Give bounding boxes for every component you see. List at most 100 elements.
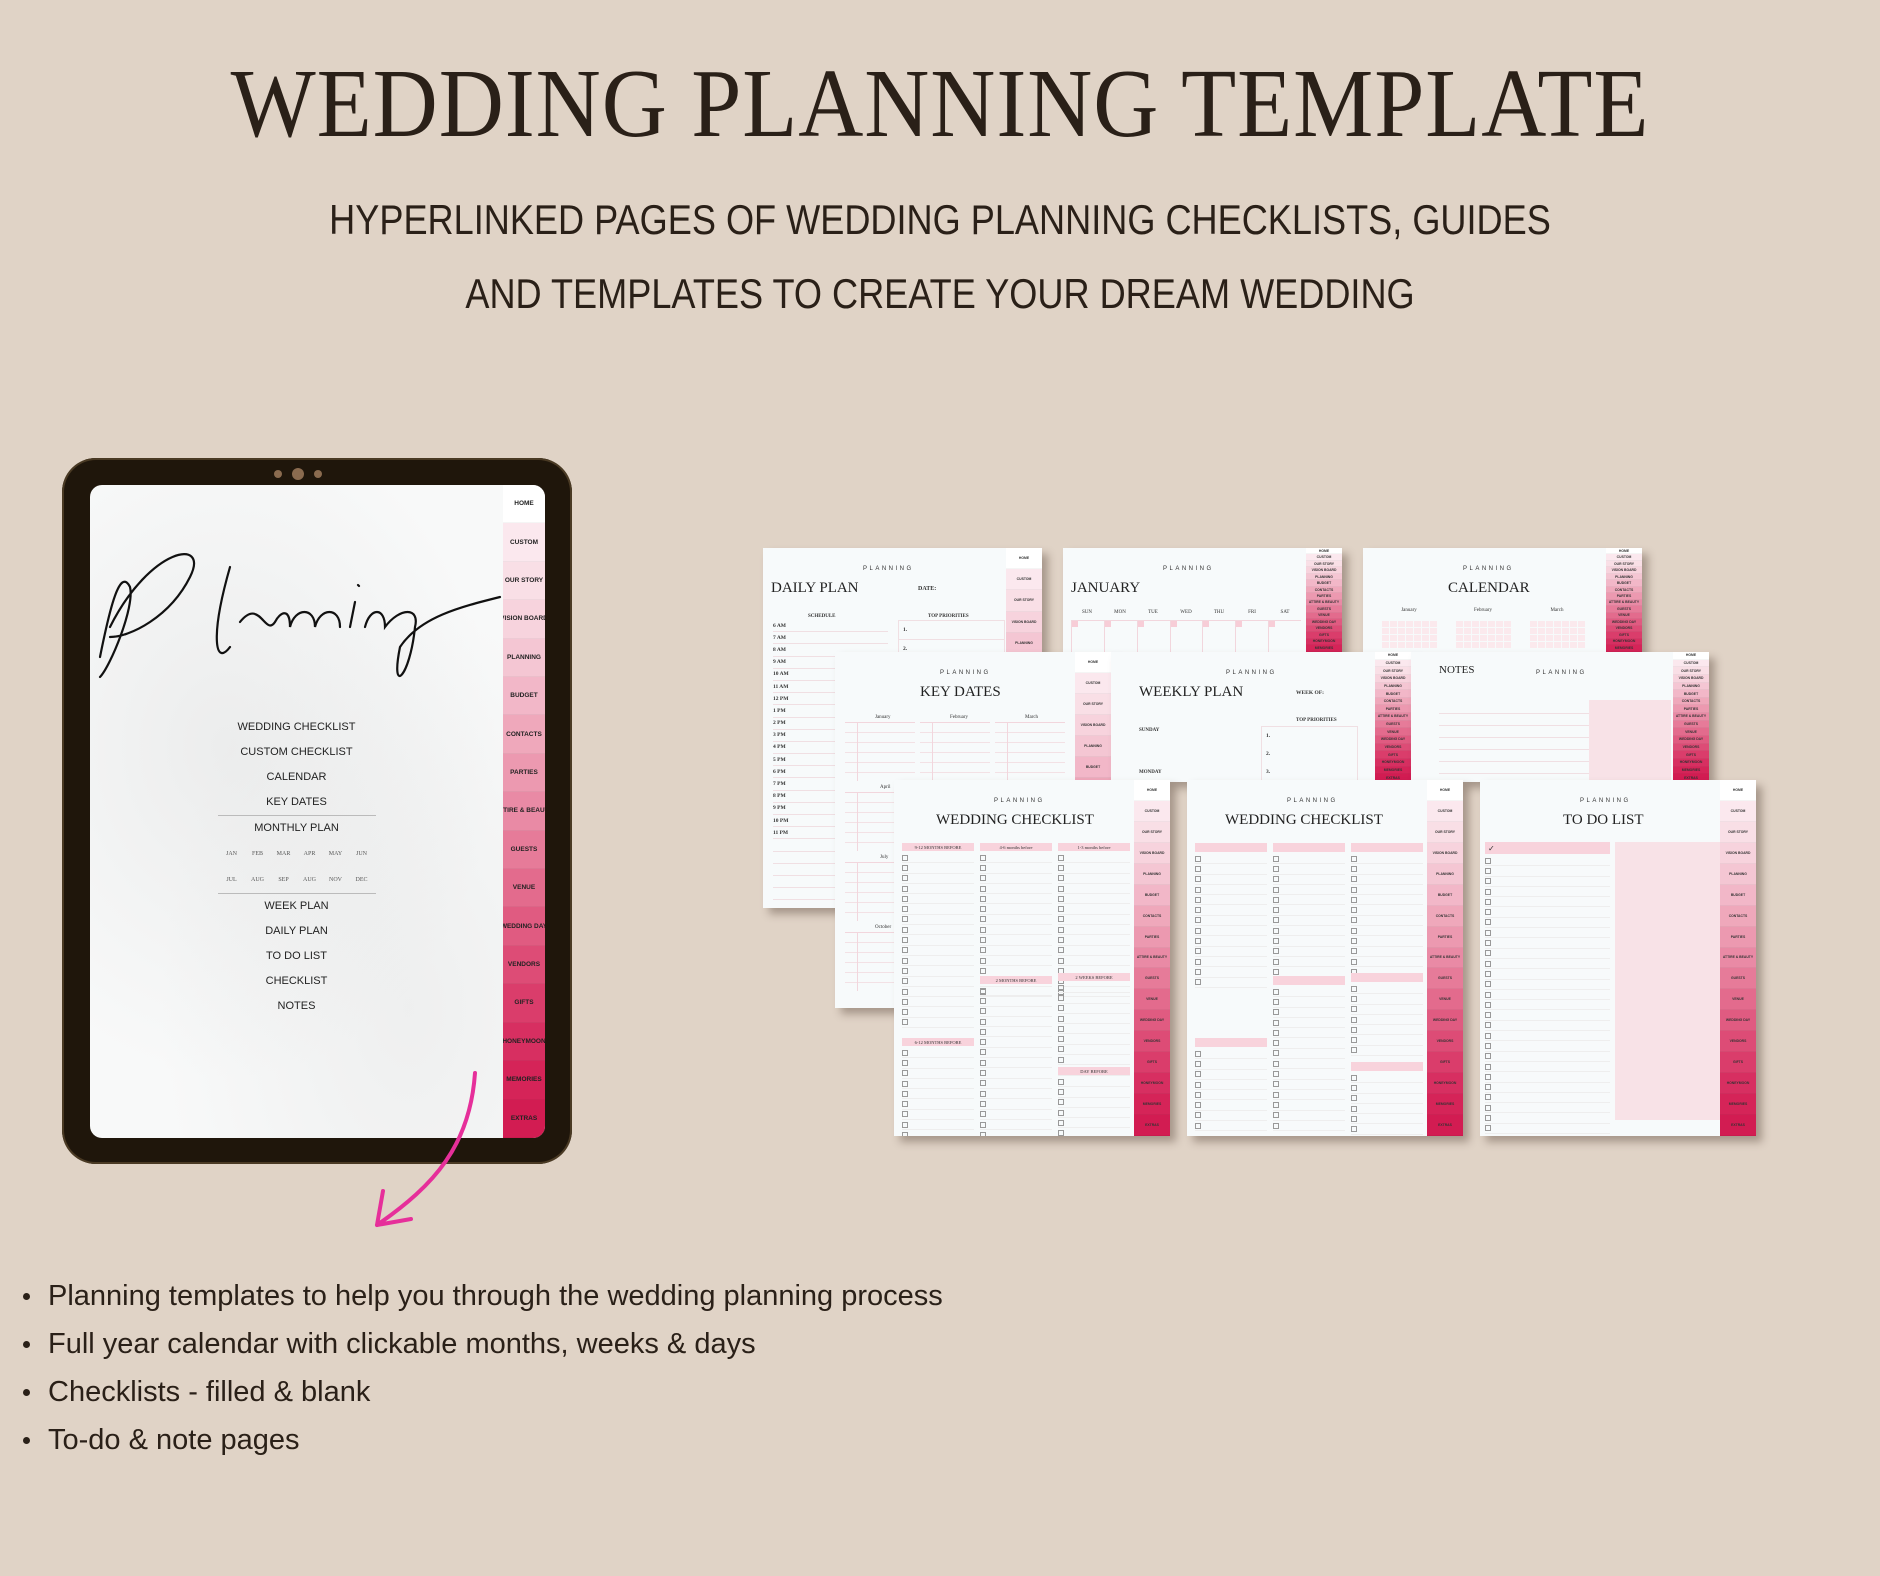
mini-day-cell[interactable] — [1561, 621, 1569, 627]
checkbox-row[interactable] — [1273, 947, 1345, 957]
checkbox-row[interactable] — [1058, 983, 1130, 994]
mini-day-cell[interactable] — [1537, 621, 1545, 627]
side-tab-planning[interactable]: PLANNING — [1134, 863, 1170, 885]
mini-day-cell[interactable] — [1429, 642, 1437, 648]
checkbox-row[interactable] — [1058, 915, 1130, 926]
checkbox-row[interactable] — [902, 935, 974, 946]
side-tab-home[interactable]: HOME — [1375, 652, 1411, 660]
side-tab-custom[interactable]: CUSTOM — [1075, 672, 1111, 694]
checkbox-row[interactable] — [902, 1018, 974, 1029]
checkbox-row[interactable] — [1195, 1059, 1267, 1070]
checkbox-row[interactable] — [1351, 854, 1423, 865]
checkbox-row[interactable] — [1485, 1021, 1610, 1032]
checkbox-row[interactable] — [1485, 1052, 1610, 1062]
checkbox-row[interactable] — [1058, 1014, 1130, 1025]
mini-day-cell[interactable] — [1421, 642, 1429, 648]
side-tab-planning[interactable]: PLANNING — [1006, 632, 1042, 654]
mini-day-cell[interactable] — [1413, 635, 1421, 641]
side-tab-honeymoon[interactable]: HONEYMOON — [1134, 1073, 1170, 1095]
side-tab-vendors[interactable]: VENDORS — [1427, 1031, 1463, 1053]
mini-day-cell[interactable] — [1455, 621, 1463, 627]
checkbox-row[interactable] — [902, 946, 974, 956]
side-tab-memories[interactable]: MEMORIES — [1673, 766, 1709, 775]
side-tab-our-story[interactable]: OUR STORY — [1720, 821, 1756, 843]
side-tab-home[interactable]: HOME — [1720, 780, 1756, 801]
side-tab-budget[interactable]: BUDGET — [1375, 690, 1411, 698]
mini-day-cell[interactable] — [1569, 628, 1577, 634]
side-tab-memories[interactable]: MEMORIES — [1375, 766, 1411, 775]
checkbox-row[interactable] — [1195, 854, 1267, 865]
mini-day-cell[interactable] — [1463, 628, 1471, 634]
checkbox-row[interactable] — [902, 977, 974, 987]
checkbox-row[interactable] — [1485, 980, 1610, 990]
tab-venue[interactable]: VENUE — [503, 869, 545, 908]
checkbox-row[interactable] — [1195, 1121, 1267, 1132]
mini-day-cell[interactable] — [1569, 635, 1577, 641]
checkbox-row[interactable] — [1351, 1104, 1423, 1115]
checkbox-row[interactable] — [1351, 1094, 1423, 1104]
checkbox-row[interactable] — [1485, 887, 1610, 898]
tab-custom[interactable]: CUSTOM — [503, 523, 545, 562]
checkbox-row[interactable] — [980, 1089, 1052, 1100]
mini-day-cell[interactable] — [1429, 628, 1437, 634]
checkbox-row[interactable] — [1351, 1046, 1423, 1057]
mini-day-cell[interactable] — [1545, 642, 1553, 648]
checkbox-row[interactable] — [980, 1079, 1052, 1089]
checkbox-row[interactable] — [1273, 1080, 1345, 1090]
side-tab-vision-board[interactable]: VISION BOARD — [1720, 842, 1756, 864]
mini-day-cell[interactable] — [1503, 621, 1511, 627]
checkbox-row[interactable] — [1351, 1035, 1423, 1046]
mini-day-cell[interactable] — [1397, 621, 1405, 627]
month-link[interactable]: AUG — [297, 867, 323, 893]
checkbox-row[interactable] — [1273, 957, 1345, 968]
checkbox-row[interactable] — [1351, 885, 1423, 896]
checkbox-row[interactable] — [1058, 853, 1130, 864]
checkbox-row[interactable] — [1273, 926, 1345, 937]
checkbox-row[interactable] — [1195, 885, 1267, 896]
checkbox-row[interactable] — [1273, 1059, 1345, 1070]
checkbox-row[interactable] — [980, 1007, 1052, 1017]
checkbox-row[interactable] — [1058, 946, 1130, 956]
side-tab-home[interactable]: HOME — [1075, 652, 1111, 673]
side-tab-budget[interactable]: BUDGET — [1427, 884, 1463, 906]
tab-planning[interactable]: PLANNING — [503, 638, 545, 678]
checkbox-row[interactable] — [1273, 936, 1345, 947]
tab-guests[interactable]: GUESTS — [503, 830, 545, 870]
mini-day-cell[interactable] — [1529, 628, 1537, 634]
checkbox-row[interactable] — [1351, 936, 1423, 947]
checkbox-row[interactable] — [980, 935, 1052, 946]
month-link[interactable]: MAY — [323, 841, 349, 867]
checkbox-row[interactable] — [980, 1048, 1052, 1059]
side-tab-planning[interactable]: PLANNING — [1720, 863, 1756, 885]
checkbox-row[interactable] — [1273, 916, 1345, 927]
mini-day-cell[interactable] — [1479, 642, 1487, 648]
side-tab-parties[interactable]: PARTIES — [1375, 705, 1411, 714]
checkbox-row[interactable] — [1273, 1090, 1345, 1101]
checkbox-row[interactable] — [1195, 936, 1267, 947]
mini-day-cell[interactable] — [1487, 635, 1495, 641]
mini-day-cell[interactable] — [1487, 628, 1495, 634]
side-tab-attire-beauty[interactable]: ATTIRE & BEAUTY — [1720, 947, 1756, 969]
mini-day-cell[interactable] — [1495, 628, 1503, 634]
mini-day-cell[interactable] — [1553, 642, 1561, 648]
side-tab-vendors[interactable]: VENDORS — [1720, 1031, 1756, 1053]
side-tab-custom[interactable]: CUSTOM — [1427, 800, 1463, 822]
checkbox-row[interactable] — [1351, 1015, 1423, 1026]
checkbox-row[interactable] — [1058, 1055, 1130, 1066]
menu-calendar[interactable]: CALENDAR — [90, 765, 503, 790]
checkbox-row[interactable] — [1485, 1113, 1610, 1124]
side-tab-planning[interactable]: PLANNING — [1673, 682, 1709, 691]
checkbox-row[interactable] — [1351, 1025, 1423, 1036]
checkbox-row[interactable] — [1351, 905, 1423, 916]
side-tab-custom[interactable]: CUSTOM — [1134, 800, 1170, 822]
checkbox-row[interactable] — [1351, 1124, 1423, 1135]
mini-day-cell[interactable] — [1545, 628, 1553, 634]
checkbox-row[interactable] — [1273, 1008, 1345, 1018]
checkbox-row[interactable] — [902, 884, 974, 895]
month-link[interactable]: SEP — [271, 867, 297, 893]
mini-day-cell[interactable] — [1503, 642, 1511, 648]
tab-contacts[interactable]: CONTACTS — [503, 715, 545, 754]
mini-day-cell[interactable] — [1529, 635, 1537, 641]
side-tab-guests[interactable]: GUESTS — [1134, 968, 1170, 990]
checkbox-row[interactable] — [1195, 1100, 1267, 1111]
